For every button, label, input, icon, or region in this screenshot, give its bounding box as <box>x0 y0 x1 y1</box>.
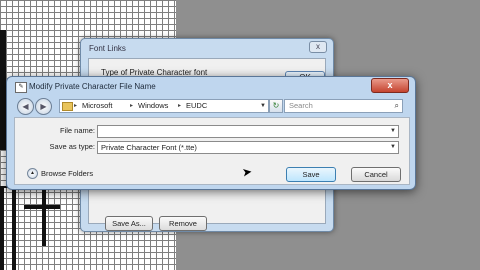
chevron-down-icon[interactable]: ▼ <box>390 142 396 153</box>
screen: Font Links x Type of Private Character f… <box>0 0 480 270</box>
modify-file-name-dialog: ✎ Modify Private Character File Name x ◀… <box>6 76 416 190</box>
save-button[interactable]: Save <box>286 167 336 182</box>
back-arrow-icon[interactable]: ◀ <box>17 98 34 115</box>
mouse-cursor-icon: ➤ <box>241 164 253 180</box>
search-input[interactable]: Search ⌕ <box>284 99 403 113</box>
save-type-select[interactable]: Private Character Font (*.tte) ▼ <box>97 141 399 154</box>
app-icon: ✎ <box>15 82 27 93</box>
font-links-close-button[interactable]: x <box>309 41 327 53</box>
chevron-right-icon[interactable]: ▸ <box>178 100 181 112</box>
expand-icon[interactable]: ▲ <box>27 168 38 179</box>
search-icon[interactable]: ⌕ <box>395 100 399 112</box>
form-area: File name: ▼ Save as type: Private Chara… <box>14 117 410 185</box>
search-placeholder: Search <box>289 101 313 110</box>
file-name-input[interactable]: ▼ <box>97 125 399 138</box>
save-type-label: Save as type: <box>49 142 95 151</box>
glyph-stroke <box>12 186 16 270</box>
breadcrumb-eudc[interactable]: EUDC <box>186 100 207 112</box>
chevron-down-icon[interactable]: ▼ <box>390 126 396 137</box>
browse-folders-toggle[interactable]: Browse Folders <box>41 169 93 178</box>
glyph-stroke <box>0 186 4 270</box>
breadcrumb-windows[interactable]: Windows <box>138 100 168 112</box>
chevron-right-icon[interactable]: ▸ <box>130 100 133 112</box>
folder-icon <box>62 102 73 111</box>
dialog-title: Modify Private Character File Name <box>29 82 156 91</box>
font-links-title: Font Links <box>89 44 126 53</box>
file-name-label: File name: <box>59 126 95 135</box>
breadcrumb-microsoft[interactable]: Microsoft <box>82 100 112 112</box>
forward-arrow-icon[interactable]: ▶ <box>35 98 52 115</box>
chevron-right-icon[interactable]: ▸ <box>74 100 77 112</box>
address-bar[interactable]: ▸ Microsoft ▸ Windows ▸ EUDC ▼ <box>59 99 269 113</box>
dialog-close-button[interactable]: x <box>371 78 409 93</box>
glyph-stroke <box>42 186 46 246</box>
save-type-value: Private Character Font (*.tte) <box>101 143 197 152</box>
save-as-button[interactable]: Save As... <box>105 216 153 231</box>
refresh-icon[interactable]: ↻ <box>269 99 283 113</box>
chevron-down-icon[interactable]: ▼ <box>260 100 266 112</box>
remove-button[interactable]: Remove <box>159 216 207 231</box>
cancel-button[interactable]: Cancel <box>351 167 401 182</box>
